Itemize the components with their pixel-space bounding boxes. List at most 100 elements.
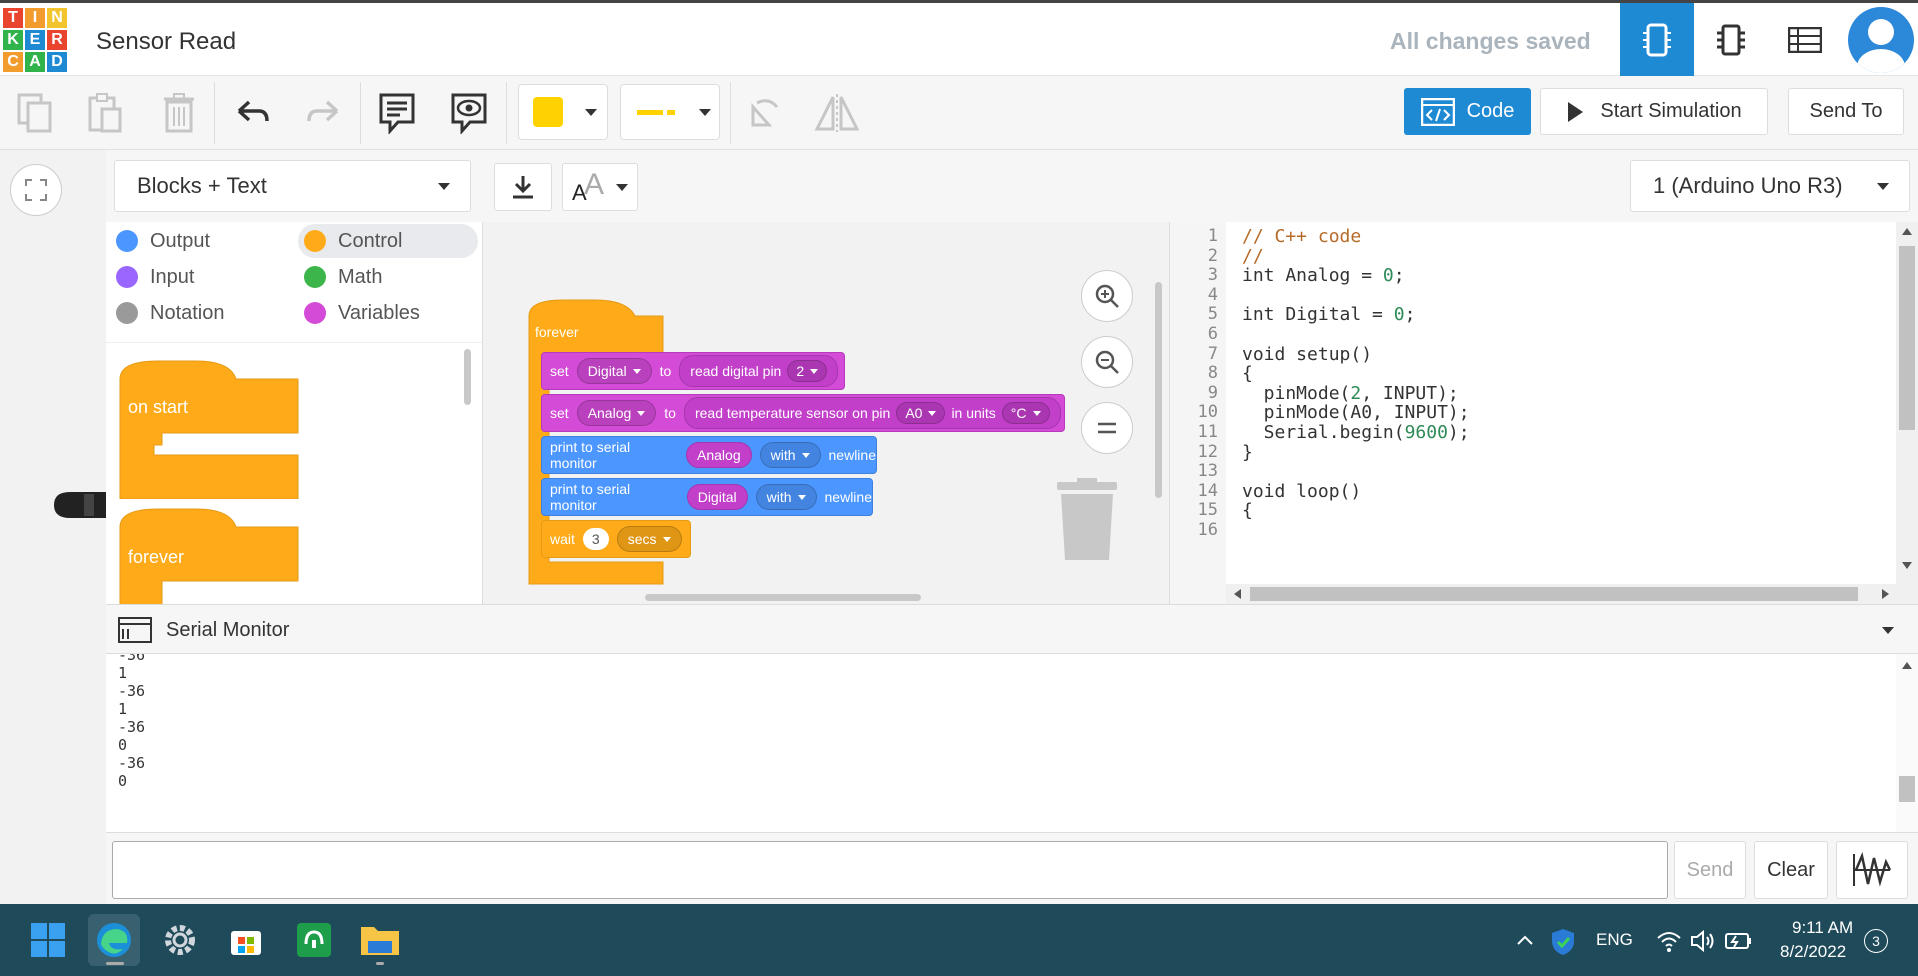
circuit-canvas[interactable] <box>0 150 106 904</box>
code-line[interactable]: } <box>1242 442 1253 463</box>
copy-button[interactable] <box>12 90 58 136</box>
on-start-block[interactable] <box>118 359 302 499</box>
category-notation[interactable]: Notation <box>110 296 225 330</box>
code-line[interactable]: int Digital = 0; <box>1242 304 1415 325</box>
editor-scroll-thumb[interactable] <box>1899 246 1915 430</box>
serial-clear-button[interactable]: Clear <box>1754 841 1828 899</box>
code-button[interactable]: Code <box>1404 88 1531 135</box>
code-line[interactable]: pinMode(A0, INPUT); <box>1242 402 1470 423</box>
zoom-out-button[interactable] <box>1081 336 1133 388</box>
code-line[interactable]: void setup() <box>1242 344 1372 365</box>
clock-date[interactable]: 8/2/2022 <box>1780 942 1846 962</box>
code-line[interactable]: pinMode(2, INPUT); <box>1242 383 1459 404</box>
fit-view-button[interactable] <box>10 164 62 216</box>
notification-badge[interactable]: 3 <box>1864 929 1888 953</box>
serial-send-button[interactable]: Send <box>1674 841 1746 899</box>
project-title[interactable]: Sensor Read <box>96 28 236 56</box>
temperature-sensor-component[interactable] <box>54 488 106 522</box>
print-analog-block[interactable]: print to serial monitor Analog with newl… <box>541 436 877 474</box>
code-line[interactable]: Serial.begin(9600); <box>1242 422 1470 443</box>
scroll-left-icon[interactable] <box>1234 589 1241 599</box>
palette-scrollbar[interactable] <box>464 349 471 405</box>
wait-value-input[interactable]: 3 <box>582 528 609 550</box>
circuit-view-button[interactable] <box>1620 3 1694 76</box>
category-math[interactable]: Math <box>298 260 382 294</box>
wait-block[interactable]: wait 3 secs <box>541 520 691 558</box>
taskbar-file-explorer[interactable] <box>354 914 406 966</box>
download-code-button[interactable] <box>494 163 552 211</box>
serial-output-scrollbar[interactable] <box>1896 654 1918 832</box>
taskbar-settings[interactable] <box>154 914 206 966</box>
code-line[interactable]: void loop() <box>1242 481 1361 502</box>
flip-button[interactable] <box>814 90 860 136</box>
fill-color-picker[interactable] <box>518 84 608 140</box>
print-digital-block[interactable]: print to serial monitor Digital with new… <box>541 478 873 516</box>
category-output[interactable]: Output <box>110 224 210 258</box>
notes-button[interactable] <box>374 90 420 136</box>
schematic-view-button[interactable] <box>1694 3 1768 76</box>
start-simulation-button[interactable]: Start Simulation <box>1540 88 1768 135</box>
code-line[interactable]: { <box>1242 500 1253 521</box>
serial-input-field[interactable] <box>112 841 1668 899</box>
code-line[interactable]: // <box>1242 246 1264 267</box>
variable-digital-reporter[interactable]: Digital <box>686 484 748 510</box>
language-indicator[interactable]: ENG <box>1596 930 1633 950</box>
redo-button[interactable] <box>300 90 346 136</box>
taskbar-app-green[interactable] <box>288 914 340 966</box>
newline-option-dropdown[interactable]: with <box>759 442 821 468</box>
chevron-up-icon[interactable] <box>1516 934 1534 946</box>
code-line[interactable]: { <box>1242 363 1253 384</box>
scroll-up-icon[interactable] <box>1902 662 1912 669</box>
delete-button[interactable] <box>156 90 202 136</box>
clock-time[interactable]: 9:11 AM <box>1792 918 1853 938</box>
scroll-right-icon[interactable] <box>1882 589 1889 599</box>
workspace-vertical-scrollbar[interactable] <box>1155 282 1162 498</box>
analog-pin-dropdown[interactable]: A0 <box>896 402 946 424</box>
category-control[interactable]: Control <box>298 224 478 258</box>
editor-hscroll-thumb[interactable] <box>1250 587 1858 601</box>
scroll-down-icon[interactable] <box>1902 562 1912 569</box>
code-editor[interactable]: 1 2 3 4 5 6 7 8 9 10 11 12 13 14 15 16 // C++ code//int… <box>1170 222 1918 604</box>
taskbar-store[interactable] <box>220 914 272 966</box>
line-style-picker[interactable] <box>620 84 720 140</box>
reset-zoom-button[interactable] <box>1081 402 1133 454</box>
units-dropdown[interactable]: °C <box>1001 402 1050 424</box>
taskbar-edge[interactable] <box>88 914 140 966</box>
pin-dropdown[interactable]: 2 <box>787 360 828 382</box>
collapse-serial-monitor-icon[interactable] <box>1882 627 1894 634</box>
time-unit-dropdown[interactable]: secs <box>616 526 682 552</box>
code-line[interactable]: int Analog = 0; <box>1242 265 1405 286</box>
category-variables[interactable]: Variables <box>298 296 420 330</box>
workspace-horizontal-scrollbar[interactable] <box>645 594 921 601</box>
shield-icon[interactable] <box>1550 928 1576 956</box>
set-digital-block[interactable]: set Digital to read digital pin 2 <box>541 352 845 390</box>
set-analog-block[interactable]: set Analog to read temperature sensor on… <box>541 394 1065 432</box>
component-list-button[interactable] <box>1768 3 1842 76</box>
notes-visibility-button[interactable] <box>446 90 492 136</box>
code-mode-select[interactable]: Blocks + Text <box>114 160 471 212</box>
editor-horizontal-scrollbar[interactable] <box>1226 584 1896 604</box>
board-select[interactable]: 1 (Arduino Uno R3) <box>1630 160 1910 212</box>
read-temperature-block[interactable]: read temperature sensor on pin A0 in units… <box>683 397 1061 429</box>
wifi-icon[interactable] <box>1656 930 1682 952</box>
send-to-button[interactable]: Send To <box>1788 88 1904 135</box>
start-button[interactable] <box>22 914 74 966</box>
user-avatar[interactable] <box>1848 7 1914 73</box>
volume-icon[interactable] <box>1690 930 1716 952</box>
serial-graph-button[interactable] <box>1836 841 1908 899</box>
zoom-in-button[interactable] <box>1081 270 1133 322</box>
variable-dropdown-digital[interactable]: Digital <box>576 358 652 384</box>
editor-vertical-scrollbar[interactable] <box>1896 222 1918 604</box>
rotate-button[interactable] <box>742 90 788 136</box>
serial-scroll-thumb[interactable] <box>1899 776 1915 802</box>
paste-button[interactable] <box>82 90 128 136</box>
battery-icon[interactable] <box>1724 930 1754 952</box>
tinkercad-logo[interactable]: TIN KER CAD <box>3 8 67 72</box>
trash-can-icon[interactable] <box>1055 478 1119 562</box>
newline-option-dropdown[interactable]: with <box>755 484 817 510</box>
variable-analog-reporter[interactable]: Analog <box>686 442 752 468</box>
blocks-workspace[interactable]: forever set Digital to read digital pin 2… <box>482 222 1170 604</box>
scroll-up-icon[interactable] <box>1902 228 1912 235</box>
font-size-button[interactable]: AA <box>562 163 638 211</box>
code-line[interactable]: // C++ code <box>1242 226 1361 247</box>
